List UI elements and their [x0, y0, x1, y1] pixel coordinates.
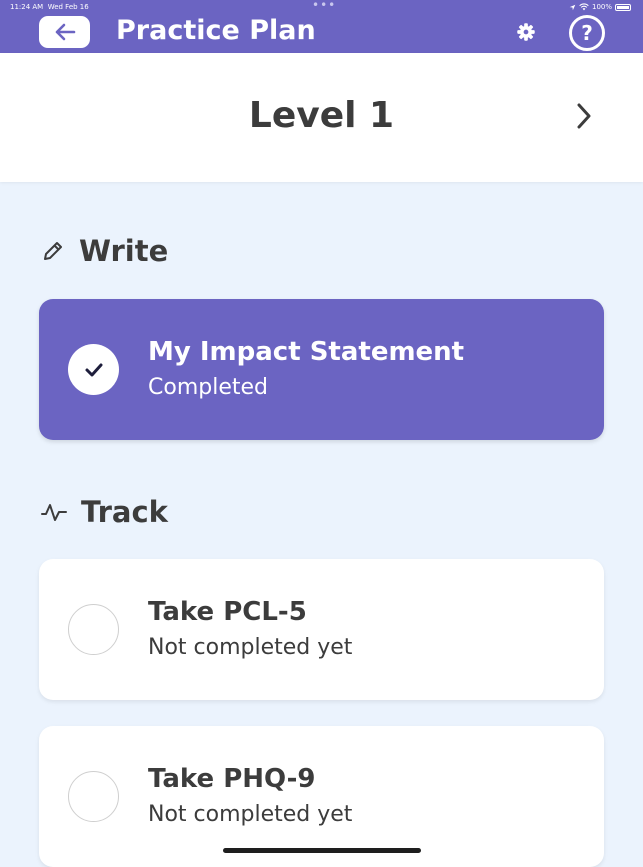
page-title: Practice Plan: [116, 15, 316, 46]
wifi-icon: [579, 3, 589, 11]
task-status: Completed: [148, 375, 268, 400]
section-label-track: Track: [81, 495, 168, 529]
help-button[interactable]: ?: [569, 15, 605, 51]
status-time-text: 11:24 AM: [10, 3, 44, 11]
battery-icon: [615, 3, 631, 11]
gear-icon: [517, 23, 535, 41]
section-label-write: Write: [79, 234, 169, 268]
checkmark-icon: [85, 363, 102, 376]
chevron-right-icon: [577, 103, 591, 129]
location-icon: [569, 4, 576, 10]
task-title: Take PHQ-9: [148, 764, 316, 794]
task-status: Not completed yet: [148, 802, 353, 827]
status-date-text: Wed Feb 16: [47, 3, 89, 11]
level-header: Level 1: [0, 53, 643, 182]
incomplete-circle: [68, 771, 119, 822]
section-header-write: Write: [41, 234, 168, 268]
activity-icon: [41, 504, 67, 521]
task-card-phq9[interactable]: Take PHQ-9 Not completed yet: [39, 726, 604, 867]
top-bar: 11:24 AM Wed Feb 16 ••• 100% Practice Pl…: [0, 0, 643, 53]
task-title: My Impact Statement: [148, 337, 465, 367]
status-indicators: 100%: [569, 3, 631, 11]
next-level-button[interactable]: [568, 98, 600, 134]
incomplete-circle: [68, 604, 119, 655]
settings-button[interactable]: [515, 21, 537, 43]
back-button[interactable]: [39, 16, 90, 48]
completed-check: [68, 344, 119, 395]
task-card-impact-statement[interactable]: My Impact Statement Completed: [39, 299, 604, 440]
battery-percent: 100%: [591, 3, 612, 11]
status-time: 11:24 AM Wed Feb 16: [10, 3, 89, 11]
task-status: Not completed yet: [148, 635, 353, 660]
section-header-track: Track: [41, 495, 168, 529]
multitasking-dots[interactable]: •••: [312, 0, 336, 12]
task-card-pcl5[interactable]: Take PCL-5 Not completed yet: [39, 559, 604, 700]
pencil-icon: [44, 242, 62, 260]
level-title: Level 1: [248, 95, 395, 136]
help-icon: ?: [581, 21, 593, 45]
home-indicator[interactable]: [223, 848, 421, 853]
arrow-left-icon: [55, 23, 75, 41]
task-title: Take PCL-5: [148, 597, 307, 627]
